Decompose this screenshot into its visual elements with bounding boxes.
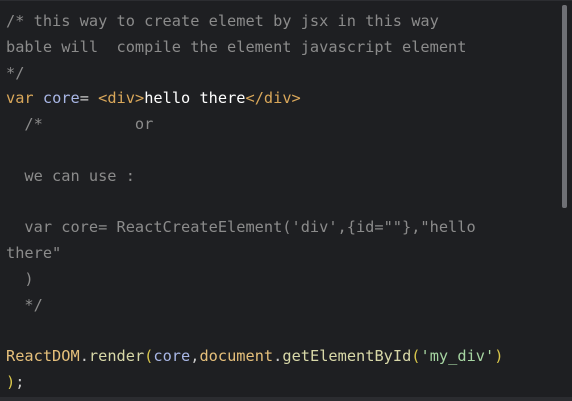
vertical-scrollbar[interactable] (562, 5, 567, 208)
code-line[interactable]: there" (6, 241, 503, 267)
code-token: . (273, 347, 283, 366)
code-line[interactable] (6, 138, 503, 164)
code-line[interactable]: var core= <div>hello there</div> (6, 86, 503, 112)
code-token: core (153, 347, 191, 366)
code-token: /* this way to create elemet by jsx in t… (6, 12, 439, 30)
code-token: document (199, 347, 274, 366)
code-line[interactable] (6, 319, 503, 345)
code-token: </div> (245, 89, 301, 108)
code-token: 'my_div' (420, 347, 495, 366)
code-token: /* or (6, 115, 154, 134)
code-token: = (79, 89, 99, 108)
code-token: ( (411, 347, 421, 366)
code-token: ) (6, 373, 16, 392)
horizontal-scrollbar-track[interactable] (0, 397, 572, 401)
code-token: ) (494, 347, 504, 366)
code-token: render (88, 347, 145, 366)
code-line[interactable]: var core= ReactCreateElement('div',{id="… (6, 215, 503, 241)
code-token: ) (6, 269, 34, 288)
code-editor[interactable]: /* this way to create elemet by jsx in t… (0, 0, 572, 401)
code-token: var (6, 89, 34, 108)
code-line[interactable]: /* or (6, 112, 503, 138)
code-token: ReactDOM (6, 347, 80, 366)
code-token: core (42, 89, 80, 108)
code-token: . (79, 347, 89, 366)
code-content[interactable]: /* this way to create elemet by jsx in t… (6, 9, 503, 396)
code-line[interactable]: we can use : (6, 164, 503, 190)
code-token: getElementById (282, 347, 412, 366)
code-line[interactable]: bable will compile the element javascrip… (6, 35, 503, 61)
code-line[interactable]: */ (6, 61, 503, 87)
code-token: bable will compile the element javascrip… (6, 37, 467, 56)
code-token: there" (6, 244, 62, 263)
code-token: var core= ReactCreateElement('div',{id="… (6, 218, 476, 237)
code-token: hello there (144, 89, 246, 108)
code-line[interactable]: /* this way to create elemet by jsx in t… (6, 9, 503, 35)
code-token: we can use : (6, 166, 135, 185)
code-token: */ (6, 63, 25, 82)
code-line[interactable]: ) (6, 267, 503, 293)
code-line[interactable]: ReactDOM.render(core,document.getElement… (6, 344, 503, 370)
code-line[interactable] (6, 190, 503, 216)
code-token: ( (144, 347, 154, 366)
code-token: ; (15, 373, 25, 392)
code-line[interactable]: ); (6, 370, 503, 396)
code-line[interactable]: */ (6, 293, 503, 319)
code-token: <div> (98, 89, 145, 108)
code-token: */ (6, 295, 43, 314)
